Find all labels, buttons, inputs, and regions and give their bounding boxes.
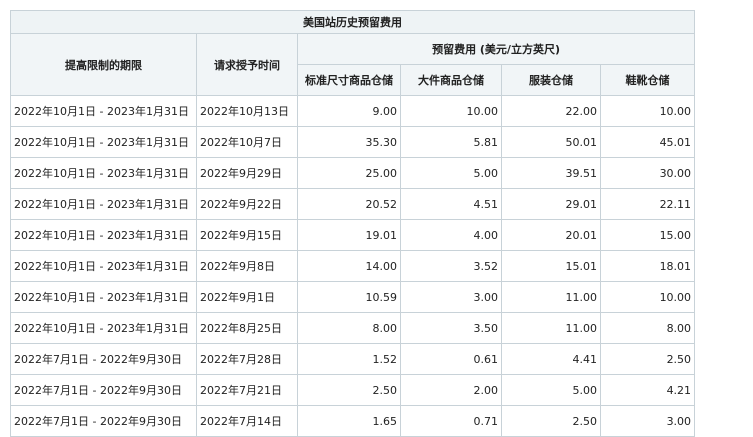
cell-standard: 2.50 [297, 374, 401, 406]
cell-oversize: 5.81 [400, 126, 502, 158]
table-row: 2022年7月1日 - 2022年9月30日 2022年7月28日 1.52 0… [10, 343, 696, 375]
cell-footwear: 2.50 [599, 343, 696, 375]
cell-oversize: 10.00 [400, 95, 502, 127]
cell-apparel: 39.51 [501, 157, 601, 189]
cell-standard: 1.52 [297, 343, 401, 375]
table-row: 2022年7月1日 - 2022年9月30日 2022年7月14日 1.65 0… [10, 405, 696, 437]
header-fee-group: 预留费用 (美元/立方英尺) [296, 33, 696, 65]
cell-period: 2022年10月1日 - 2023年1月31日 [10, 188, 197, 220]
table-row: 2022年10月1日 - 2023年1月31日 2022年9月15日 19.01… [10, 219, 696, 251]
header-footwear: 鞋靴仓储 [599, 64, 696, 96]
cell-period: 2022年7月1日 - 2022年9月30日 [10, 374, 197, 406]
cell-period: 2022年10月1日 - 2023年1月31日 [10, 312, 197, 344]
cell-oversize: 4.00 [400, 219, 502, 251]
cell-standard: 10.59 [297, 281, 401, 313]
cell-period: 2022年10月1日 - 2023年1月31日 [10, 250, 197, 282]
header-period: 提高限制的期限 [10, 33, 197, 96]
table-row: 2022年10月1日 - 2023年1月31日 2022年10月13日 9.00… [10, 95, 696, 127]
cell-footwear: 10.00 [599, 95, 696, 127]
cell-grant: 2022年10月7日 [196, 126, 298, 158]
cell-footwear: 15.00 [599, 219, 696, 251]
cell-apparel: 2.50 [501, 405, 601, 437]
cell-grant: 2022年7月21日 [196, 374, 298, 406]
cell-oversize: 3.00 [400, 281, 502, 313]
table-title: 美国站历史预留费用 [9, 10, 696, 34]
table-row: 2022年10月1日 - 2023年1月31日 2022年10月7日 35.30… [10, 126, 696, 158]
cell-grant: 2022年9月1日 [196, 281, 298, 313]
cell-footwear: 3.00 [599, 405, 696, 437]
header-oversize: 大件商品仓储 [400, 64, 502, 96]
cell-standard: 14.00 [297, 250, 401, 282]
cell-apparel: 5.00 [501, 374, 601, 406]
cell-oversize: 3.52 [400, 250, 502, 282]
cell-oversize: 5.00 [400, 157, 502, 189]
cell-period: 2022年10月1日 - 2023年1月31日 [10, 281, 197, 313]
cell-oversize: 0.71 [400, 405, 502, 437]
cell-footwear: 30.00 [599, 157, 696, 189]
cell-period: 2022年10月1日 - 2023年1月31日 [10, 126, 197, 158]
cell-standard: 20.52 [297, 188, 401, 220]
cell-period: 2022年10月1日 - 2023年1月31日 [10, 157, 197, 189]
cell-grant: 2022年8月25日 [196, 312, 298, 344]
header-apparel: 服装仓储 [501, 64, 601, 96]
cell-footwear: 10.00 [599, 281, 696, 313]
cell-period: 2022年10月1日 - 2023年1月31日 [10, 95, 197, 127]
cell-footwear: 18.01 [599, 250, 696, 282]
header-grant-time: 请求授予时间 [196, 33, 298, 96]
cell-grant: 2022年9月29日 [196, 157, 298, 189]
cell-grant: 2022年10月13日 [196, 95, 298, 127]
table-row: 2022年10月1日 - 2023年1月31日 2022年9月22日 20.52… [10, 188, 696, 220]
cell-standard: 9.00 [297, 95, 401, 127]
cell-apparel: 11.00 [501, 312, 601, 344]
cell-period: 2022年7月1日 - 2022年9月30日 [10, 343, 197, 375]
cell-apparel: 22.00 [501, 95, 601, 127]
cell-period: 2022年10月1日 - 2023年1月31日 [10, 219, 197, 251]
cell-oversize: 4.51 [400, 188, 502, 220]
header-standard: 标准尺寸商品仓储 [297, 64, 401, 96]
cell-footwear: 8.00 [599, 312, 696, 344]
cell-footwear: 45.01 [599, 126, 696, 158]
cell-grant: 2022年7月28日 [196, 343, 298, 375]
cell-grant: 2022年9月22日 [196, 188, 298, 220]
cell-apparel: 4.41 [501, 343, 601, 375]
table-row: 2022年10月1日 - 2023年1月31日 2022年9月1日 10.59 … [10, 281, 696, 313]
cell-oversize: 0.61 [400, 343, 502, 375]
fee-table-container: 美国站历史预留费用 提高限制的期限 请求授予时间 预留费用 (美元/立方英尺) … [9, 10, 696, 437]
table-row: 2022年10月1日 - 2023年1月31日 2022年8月25日 8.00 … [10, 312, 696, 344]
cell-footwear: 22.11 [599, 188, 696, 220]
cell-apparel: 11.00 [501, 281, 601, 313]
cell-grant: 2022年9月15日 [196, 219, 298, 251]
cell-period: 2022年7月1日 - 2022年9月30日 [10, 405, 197, 437]
table-row: 2022年7月1日 - 2022年9月30日 2022年7月21日 2.50 2… [10, 374, 696, 406]
cell-oversize: 3.50 [400, 312, 502, 344]
table-row: 2022年10月1日 - 2023年1月31日 2022年9月29日 25.00… [10, 157, 696, 189]
cell-standard: 35.30 [297, 126, 401, 158]
cell-apparel: 15.01 [501, 250, 601, 282]
cell-standard: 19.01 [297, 219, 401, 251]
cell-grant: 2022年7月14日 [196, 405, 298, 437]
cell-standard: 1.65 [297, 405, 401, 437]
cell-apparel: 29.01 [501, 188, 601, 220]
table-body: 2022年10月1日 - 2023年1月31日 2022年10月13日 9.00… [10, 95, 696, 437]
cell-apparel: 50.01 [501, 126, 601, 158]
reserve-fee-table: 美国站历史预留费用 提高限制的期限 请求授予时间 预留费用 (美元/立方英尺) … [9, 10, 696, 437]
cell-standard: 8.00 [297, 312, 401, 344]
table-row: 2022年10月1日 - 2023年1月31日 2022年9月8日 14.00 … [10, 250, 696, 282]
cell-apparel: 20.01 [501, 219, 601, 251]
cell-footwear: 4.21 [599, 374, 696, 406]
cell-oversize: 2.00 [400, 374, 502, 406]
cell-grant: 2022年9月8日 [196, 250, 298, 282]
cell-standard: 25.00 [297, 157, 401, 189]
